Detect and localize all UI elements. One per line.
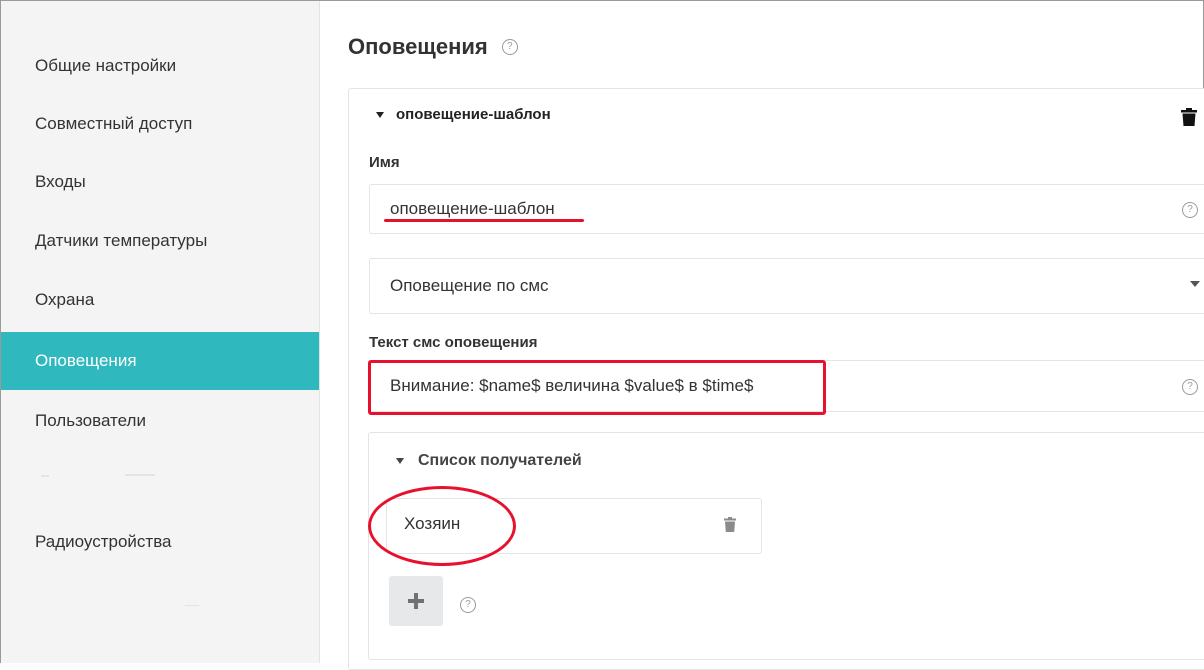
blurred-item-mark — [125, 474, 155, 476]
alert-collapse-header[interactable]: оповещение-шаблон — [376, 106, 551, 123]
notification-type-select[interactable]: Оповещение по смс — [369, 258, 1204, 314]
page-title: Оповещения ? — [348, 34, 518, 60]
sidebar-item-alerts[interactable]: Оповещения — [1, 332, 319, 390]
annotation-highlight-ellipse — [368, 486, 516, 566]
sidebar-item-label: Общие настройки — [35, 56, 177, 75]
page-title-text: Оповещения — [348, 34, 488, 59]
name-field-value: оповещение-шаблон — [390, 199, 555, 218]
sidebar-item-general[interactable]: Общие настройки — [1, 37, 319, 95]
notification-type-value: Оповещение по смс — [390, 276, 549, 295]
recipients-header-label: Список получателей — [418, 452, 582, 469]
sidebar-item-radio-devices[interactable]: Радиоустройства — [1, 513, 319, 571]
help-icon[interactable]: ? — [460, 597, 476, 613]
help-icon[interactable]: ? — [501, 39, 518, 55]
sidebar-item-temperature[interactable]: Датчики температуры — [1, 212, 319, 270]
sidebar-item-security[interactable]: Охрана — [1, 271, 319, 329]
blurred-item-mark — [41, 475, 49, 477]
help-icon[interactable]: ? — [1182, 202, 1198, 218]
sidebar-item-label: Пользователи — [35, 411, 146, 430]
caret-down-icon — [396, 458, 404, 464]
annotation-highlight-rect — [368, 360, 826, 415]
blurred-item-mark — [185, 605, 199, 606]
trash-icon[interactable] — [1181, 108, 1197, 126]
dropdown-arrow-icon — [1190, 281, 1200, 287]
alert-header-label: оповещение-шаблон — [396, 106, 551, 123]
sidebar-item-inputs[interactable]: Входы — [1, 153, 319, 211]
sms-text-label: Текст смс оповещения — [369, 334, 538, 351]
sidebar-item-label: Радиоустройства — [35, 532, 172, 551]
help-icon[interactable]: ? — [1182, 379, 1198, 395]
name-label: Имя — [369, 154, 400, 171]
recipients-collapse-header[interactable]: Список получателей — [396, 452, 582, 470]
trash-icon[interactable] — [724, 517, 736, 532]
sidebar-item-label: Охрана — [35, 290, 95, 309]
sidebar-item-users[interactable]: Пользователи — [1, 392, 319, 450]
plus-icon — [408, 593, 424, 609]
sidebar-item-sharing[interactable]: Совместный доступ — [1, 95, 319, 153]
annotation-underline — [384, 219, 584, 222]
sidebar: Общие настройки Совместный доступ Входы … — [1, 1, 320, 663]
sidebar-item-label: Входы — [35, 172, 86, 191]
sidebar-item-label: Датчики температуры — [35, 231, 208, 250]
sidebar-item-label: Совместный доступ — [35, 114, 193, 133]
name-field[interactable]: оповещение-шаблон ? — [369, 184, 1204, 234]
add-recipient-button[interactable] — [389, 576, 443, 626]
caret-down-icon — [376, 111, 384, 118]
sidebar-item-label: Оповещения — [35, 351, 137, 370]
